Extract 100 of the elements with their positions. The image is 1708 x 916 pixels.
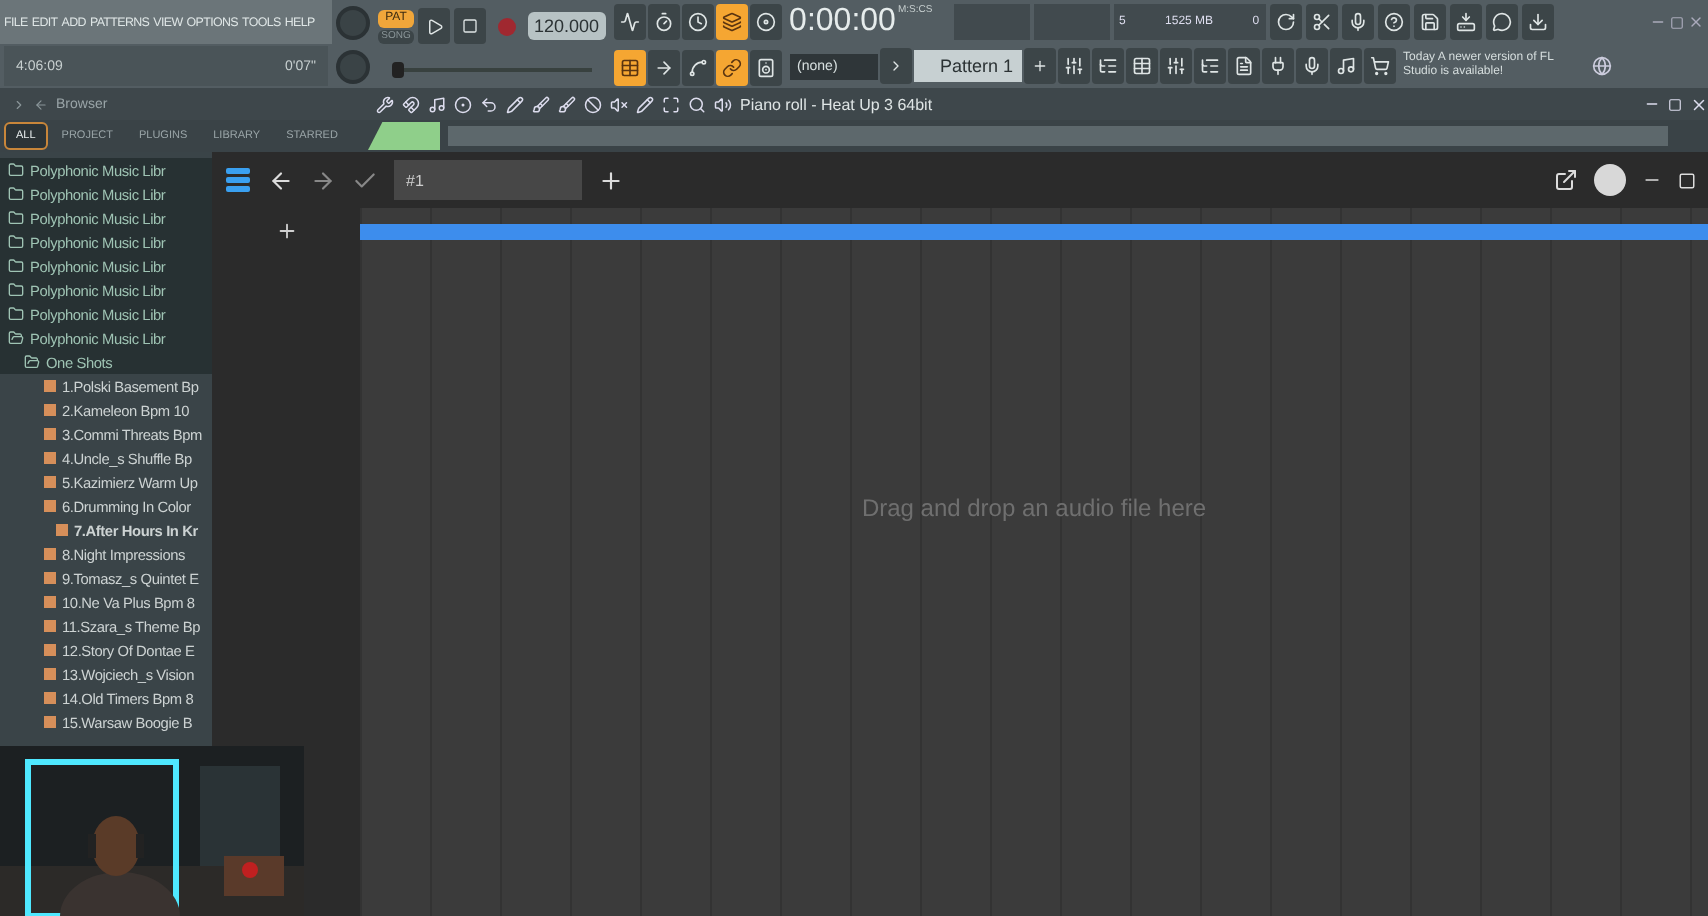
pattern-selector[interactable]: Pattern 1	[913, 50, 1022, 82]
expand-icon	[12, 97, 26, 111]
ban-icon	[584, 95, 602, 113]
pencil-icon	[636, 95, 654, 113]
brush-icon	[558, 95, 576, 113]
toggle-button[interactable]	[749, 49, 782, 85]
editor-tab[interactable]: #1	[394, 160, 582, 200]
clock-icon	[687, 11, 708, 31]
link-icon	[721, 57, 742, 77]
expand-icon	[662, 95, 680, 113]
maximize-icon	[1668, 97, 1682, 111]
toolbar-button[interactable]	[1413, 4, 1446, 40]
toolbar-button[interactable]	[1125, 48, 1158, 84]
add-tab-icon	[598, 167, 624, 193]
export-icon	[1554, 168, 1578, 192]
timer-icon	[653, 11, 674, 31]
plus-icon	[1031, 58, 1048, 74]
brush-icon	[532, 95, 550, 113]
toolbar-button[interactable]	[1261, 48, 1294, 84]
sliders-icon	[1063, 56, 1084, 76]
plug-icon	[1267, 56, 1288, 76]
toggle-button[interactable]	[613, 49, 646, 85]
toolbar-button[interactable]	[1449, 4, 1482, 40]
toggle-button[interactable]	[681, 3, 714, 39]
mute-icon	[610, 95, 628, 113]
pencil-icon	[506, 95, 524, 113]
toggle-button[interactable]	[715, 49, 748, 85]
toggle-button[interactable]	[647, 49, 680, 85]
download-icon	[1527, 12, 1548, 32]
magnet-icon	[402, 95, 420, 113]
play-icon	[425, 17, 443, 35]
drive-icon	[1455, 12, 1476, 32]
toolbar-button[interactable]	[1341, 4, 1374, 40]
pulse-icon	[619, 11, 640, 31]
document-icon	[1233, 56, 1254, 76]
toolbar-button[interactable]	[1521, 4, 1554, 40]
clip-thumbnail	[368, 122, 440, 150]
speaker-icon	[755, 57, 776, 77]
grid-icon	[619, 57, 640, 77]
curve-icon	[687, 57, 708, 77]
toolbar-button[interactable]	[1091, 48, 1124, 84]
toolbar-button[interactable]	[1305, 4, 1338, 40]
toggle-button[interactable]	[715, 3, 748, 39]
toolbar-button[interactable]	[1363, 48, 1396, 84]
microphone-icon	[1301, 56, 1322, 76]
previous-pattern-button[interactable]	[879, 48, 912, 84]
toolbar-button[interactable]	[1295, 48, 1328, 84]
search-icon	[688, 95, 706, 113]
disc-icon	[755, 11, 776, 31]
tempo-display[interactable]: 120.000	[528, 12, 606, 40]
list-icon	[1199, 56, 1220, 76]
toolbar-button[interactable]	[1193, 48, 1226, 84]
toolbar-button[interactable]	[1057, 48, 1090, 84]
maximize-icon	[1670, 15, 1684, 29]
arrow-right-icon	[653, 57, 674, 77]
layers-icon	[721, 11, 742, 31]
menu-icon[interactable]	[224, 166, 252, 194]
back-icon	[268, 167, 294, 193]
back-icon	[34, 97, 48, 111]
close-icon	[1690, 95, 1708, 113]
toolbar-button[interactable]	[1227, 48, 1260, 84]
toggle-button[interactable]	[613, 3, 646, 39]
piano-roll-title: Piano roll - Heat Up 3 64bit	[740, 95, 933, 113]
toolbar-button[interactable]	[1485, 4, 1518, 40]
close-icon	[1688, 14, 1704, 30]
save-icon	[1419, 12, 1440, 32]
toolbar-button[interactable]	[1159, 48, 1192, 84]
target-icon	[454, 95, 472, 113]
play-button[interactable]	[418, 8, 450, 44]
scroll-track[interactable]	[448, 126, 1668, 146]
toggle-button[interactable]	[681, 49, 714, 85]
microphone-icon	[1347, 12, 1368, 32]
maximize-icon	[1678, 171, 1696, 189]
check-icon	[352, 167, 378, 193]
speaker-icon	[714, 95, 732, 113]
toggle-button[interactable]	[647, 3, 680, 39]
note-icon	[428, 95, 446, 113]
chat-icon	[1491, 12, 1512, 32]
forward-icon	[310, 167, 336, 193]
mixer-icon	[1165, 56, 1186, 76]
undo-icon	[480, 95, 498, 113]
note-icon	[1335, 56, 1356, 76]
help-icon	[1383, 12, 1404, 32]
globe-icon	[1591, 56, 1612, 76]
toolbar-button[interactable]	[1377, 4, 1410, 40]
toolbar-button[interactable]	[1269, 4, 1302, 40]
toolbar-button[interactable]	[1329, 48, 1362, 84]
cart-icon	[1369, 56, 1390, 76]
tree-icon	[1097, 56, 1118, 76]
stop-icon	[462, 18, 478, 34]
add-pattern-button[interactable]	[1023, 48, 1056, 84]
refresh-icon	[1275, 12, 1296, 32]
stop-button[interactable]	[454, 8, 486, 44]
slider-track[interactable]	[391, 60, 592, 80]
scissors-icon	[1311, 12, 1332, 32]
add-icon	[275, 220, 297, 242]
user-avatar[interactable]	[1594, 164, 1626, 196]
toggle-button[interactable]	[749, 3, 782, 39]
wrench-icon	[376, 95, 394, 113]
grid-icon	[1131, 56, 1152, 76]
